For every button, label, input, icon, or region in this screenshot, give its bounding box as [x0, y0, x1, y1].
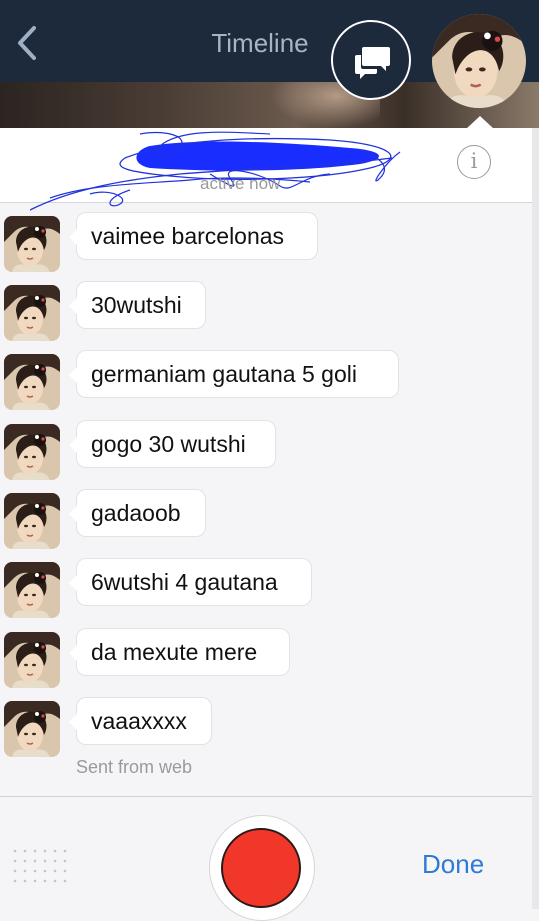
dot-grid-icon[interactable] — [12, 848, 70, 886]
sender-avatar[interactable] — [4, 493, 60, 549]
message-bubble[interactable]: 6wutshi 4 gautana — [69, 558, 312, 606]
redaction-scribble — [30, 131, 401, 211]
profile-avatar[interactable] — [432, 14, 526, 108]
sender-avatar[interactable] — [4, 216, 60, 272]
status-text: active now — [200, 174, 281, 193]
right-edge — [532, 128, 539, 909]
message-bubble[interactable]: gadaoob — [69, 489, 206, 537]
info-icon[interactable]: i — [457, 145, 491, 179]
chat-bubbles-icon — [355, 47, 390, 79]
sender-avatar[interactable] — [4, 562, 60, 618]
sender-avatar[interactable] — [4, 424, 60, 480]
message-bubble[interactable]: vaaaxxxx — [69, 697, 212, 745]
chat-button[interactable] — [331, 20, 411, 100]
message-bubble[interactable]: gogo 30 wutshi — [69, 420, 276, 468]
sent-from-label: Sent from web — [76, 757, 193, 777]
header-pointer — [466, 116, 494, 129]
sender-avatar[interactable] — [4, 632, 60, 688]
message-bubble[interactable]: vaimee barcelonas — [69, 212, 318, 260]
message-bubble[interactable]: germaniam gautana 5 goli — [69, 350, 399, 398]
done-button[interactable]: Done — [422, 849, 484, 880]
sender-avatar[interactable] — [4, 701, 60, 757]
message-bubble[interactable]: 30wutshi — [69, 281, 206, 329]
message-bubble[interactable]: da mexute mere — [69, 628, 290, 676]
sender-avatar[interactable] — [4, 285, 60, 341]
sender-avatar[interactable] — [4, 354, 60, 410]
record-icon[interactable] — [221, 828, 301, 908]
